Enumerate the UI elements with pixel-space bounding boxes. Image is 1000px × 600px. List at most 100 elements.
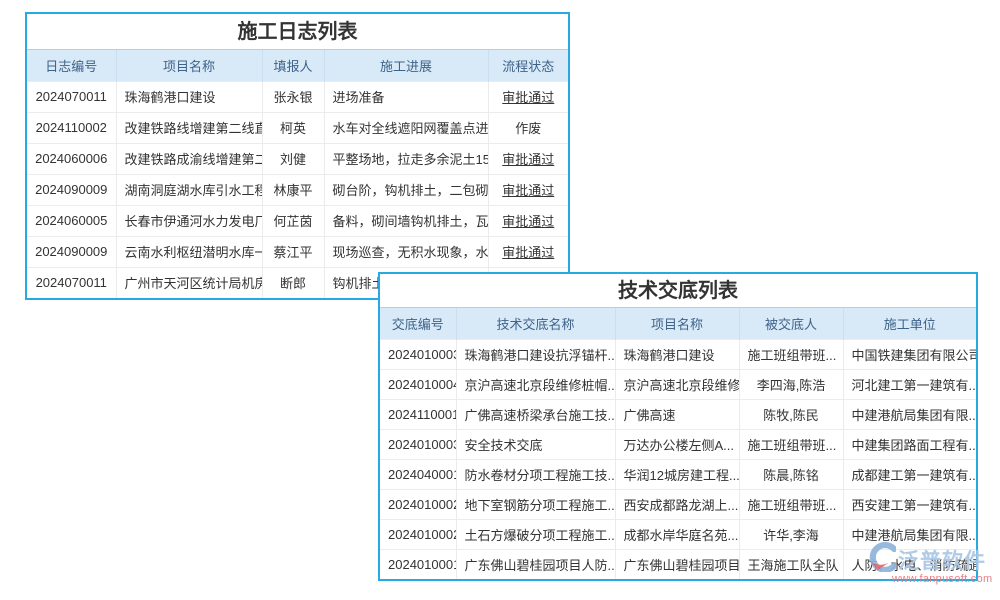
disclosure-project-cell[interactable]: 珠海鹤港口建设 [615, 339, 739, 369]
log-reporter-cell[interactable]: 断郎 [262, 267, 324, 298]
log-reporter-cell[interactable]: 柯英 [262, 112, 324, 143]
log-project-cell[interactable]: 湖南洞庭湖水库引水工程... [116, 174, 262, 205]
disclosure-project-cell[interactable]: 广佛高速 [615, 399, 739, 429]
log-col-header-2: 项目名称 [116, 50, 262, 81]
log-col-header-1: 日志编号 [27, 50, 116, 81]
disclosure-unit-cell: 成都建工第一建筑有... [843, 459, 976, 489]
log-id-cell[interactable]: 2024070011 [27, 267, 116, 298]
disclosure-id-cell[interactable]: 2024040001 [380, 459, 456, 489]
log-reporter-cell[interactable]: 刘健 [262, 143, 324, 174]
disclosure-person-cell: 陈牧,陈民 [739, 399, 843, 429]
disclosure-unit-cell: 西安建工第一建筑有... [843, 489, 976, 519]
disclosure-name-cell[interactable]: 安全技术交底 [456, 429, 615, 459]
log-project-cell[interactable]: 改建铁路线增建第二线直... [116, 112, 262, 143]
disclosure-name-cell[interactable]: 广东佛山碧桂园项目人防... [456, 549, 615, 579]
disclosure-person-cell: 李四海,陈浩 [739, 369, 843, 399]
log-status-cell[interactable]: 审批通过 [488, 174, 568, 205]
log-id-cell[interactable]: 2024090009 [27, 174, 116, 205]
disclosure-id-cell[interactable]: 2024010003 [380, 429, 456, 459]
log-project-cell[interactable]: 云南水利枢纽潜明水库一... [116, 236, 262, 267]
construction-log-header-row: 日志编号项目名称填报人施工进展流程状态 [27, 50, 568, 81]
log-row: 2024070011珠海鹤港口建设张永银进场准备审批通过 [27, 81, 568, 112]
disclosure-person-cell: 王海施工队全队 [739, 549, 843, 579]
disclosure-row: 2024110001广佛高速桥梁承台施工技...广佛高速陈牧,陈民中建港航局集团… [380, 399, 976, 429]
disclosure-name-cell[interactable]: 防水卷材分项工程施工技... [456, 459, 615, 489]
disclosure-name-cell[interactable]: 珠海鹤港口建设抗浮锚杆... [456, 339, 615, 369]
log-project-cell[interactable]: 珠海鹤港口建设 [116, 81, 262, 112]
tech-disclosure-table: 交底编号技术交底名称项目名称被交底人施工单位 2024010003珠海鹤港口建设… [380, 308, 976, 579]
construction-log-panel: 施工日志列表 日志编号项目名称填报人施工进展流程状态 2024070011珠海鹤… [25, 12, 570, 300]
disclosure-id-cell[interactable]: 2024010001 [380, 549, 456, 579]
disclosure-person-cell: 施工班组带班... [739, 429, 843, 459]
log-row: 2024060006改建铁路成渝线增建第二...刘健平整场地，拉走多余泥土15.… [27, 143, 568, 174]
log-reporter-cell[interactable]: 蔡江平 [262, 236, 324, 267]
disclosure-row: 2024010003珠海鹤港口建设抗浮锚杆...珠海鹤港口建设施工班组带班...… [380, 339, 976, 369]
disclosure-id-cell[interactable]: 2024010004 [380, 369, 456, 399]
log-col-header-4: 施工进展 [324, 50, 488, 81]
log-id-cell[interactable]: 2024110002 [27, 112, 116, 143]
log-status-cell[interactable]: 审批通过 [488, 143, 568, 174]
tech-disclosure-title: 技术交底列表 [380, 274, 976, 308]
construction-log-table: 日志编号项目名称填报人施工进展流程状态 2024070011珠海鹤港口建设张永银… [27, 50, 568, 298]
disclosure-name-cell[interactable]: 广佛高速桥梁承台施工技... [456, 399, 615, 429]
disclosure-row: 2024010004京沪高速北京段维修桩帽...京沪高速北京段维修李四海,陈浩河… [380, 369, 976, 399]
log-id-cell[interactable]: 2024090009 [27, 236, 116, 267]
screen: 施工日志列表 日志编号项目名称填报人施工进展流程状态 2024070011珠海鹤… [0, 0, 1000, 600]
log-id-cell[interactable]: 2024060006 [27, 143, 116, 174]
log-status-cell[interactable]: 作废 [488, 112, 568, 143]
disclosure-unit-cell: 中建港航局集团有限... [843, 399, 976, 429]
log-row: 2024090009云南水利枢纽潜明水库一...蔡江平现场巡查，无积水现象，水.… [27, 236, 568, 267]
log-col-header-5: 流程状态 [488, 50, 568, 81]
tech-disclosure-header-row: 交底编号技术交底名称项目名称被交底人施工单位 [380, 308, 976, 339]
log-status-cell[interactable]: 审批通过 [488, 205, 568, 236]
log-row: 2024090009湖南洞庭湖水库引水工程...林康平砌台阶，钩机排土，二包砌.… [27, 174, 568, 205]
disclosure-person-cell: 施工班组带班... [739, 339, 843, 369]
log-project-cell[interactable]: 广州市天河区统计局机房... [116, 267, 262, 298]
disclosure-col-header-5: 施工单位 [843, 308, 976, 339]
disclosure-col-header-2: 技术交底名称 [456, 308, 615, 339]
disclosure-id-cell[interactable]: 2024010003 [380, 339, 456, 369]
disclosure-person-cell: 施工班组带班... [739, 489, 843, 519]
log-project-cell[interactable]: 改建铁路成渝线增建第二... [116, 143, 262, 174]
log-progress-cell: 水车对全线遮阳网覆盖点进... [324, 112, 488, 143]
disclosure-row: 2024010001广东佛山碧桂园项目人防...广东佛山碧桂园项目王海施工队全队… [380, 549, 976, 579]
disclosure-name-cell[interactable]: 地下室钢筋分项工程施工... [456, 489, 615, 519]
disclosure-project-cell[interactable]: 广东佛山碧桂园项目 [615, 549, 739, 579]
disclosure-person-cell: 许华,李海 [739, 519, 843, 549]
disclosure-name-cell[interactable]: 土石方爆破分项工程施工... [456, 519, 615, 549]
disclosure-row: 2024010002地下室钢筋分项工程施工...西安成都路龙湖上...施工班组带… [380, 489, 976, 519]
tech-disclosure-panel: 技术交底列表 交底编号技术交底名称项目名称被交底人施工单位 2024010003… [378, 272, 978, 581]
log-status-cell[interactable]: 审批通过 [488, 236, 568, 267]
log-progress-cell: 砌台阶，钩机排土，二包砌... [324, 174, 488, 205]
log-col-header-3: 填报人 [262, 50, 324, 81]
disclosure-id-cell[interactable]: 2024010002 [380, 489, 456, 519]
disclosure-name-cell[interactable]: 京沪高速北京段维修桩帽... [456, 369, 615, 399]
log-project-cell[interactable]: 长春市伊通河水力发电厂... [116, 205, 262, 236]
disclosure-unit-cell: 人防、水电、消防疏通 [843, 549, 976, 579]
disclosure-col-header-3: 项目名称 [615, 308, 739, 339]
disclosure-project-cell[interactable]: 京沪高速北京段维修 [615, 369, 739, 399]
disclosure-project-cell[interactable]: 华润12城房建工程... [615, 459, 739, 489]
log-reporter-cell[interactable]: 林康平 [262, 174, 324, 205]
disclosure-project-cell[interactable]: 万达办公楼左侧A... [615, 429, 739, 459]
disclosure-person-cell: 陈晨,陈铭 [739, 459, 843, 489]
log-status-cell[interactable]: 审批通过 [488, 81, 568, 112]
log-id-cell[interactable]: 2024060005 [27, 205, 116, 236]
log-id-cell[interactable]: 2024070011 [27, 81, 116, 112]
construction-log-title: 施工日志列表 [27, 14, 568, 50]
disclosure-col-header-1: 交底编号 [380, 308, 456, 339]
disclosure-unit-cell: 中建集团路面工程有... [843, 429, 976, 459]
disclosure-row: 2024040001防水卷材分项工程施工技...华润12城房建工程...陈晨,陈… [380, 459, 976, 489]
disclosure-row: 2024010003安全技术交底万达办公楼左侧A...施工班组带班...中建集团… [380, 429, 976, 459]
log-reporter-cell[interactable]: 张永银 [262, 81, 324, 112]
log-progress-cell: 进场准备 [324, 81, 488, 112]
disclosure-id-cell[interactable]: 2024010002 [380, 519, 456, 549]
disclosure-unit-cell: 中建港航局集团有限... [843, 519, 976, 549]
log-progress-cell: 现场巡查，无积水现象，水... [324, 236, 488, 267]
disclosure-project-cell[interactable]: 西安成都路龙湖上... [615, 489, 739, 519]
disclosure-id-cell[interactable]: 2024110001 [380, 399, 456, 429]
disclosure-unit-cell: 河北建工第一建筑有... [843, 369, 976, 399]
log-reporter-cell[interactable]: 何芷茵 [262, 205, 324, 236]
disclosure-col-header-4: 被交底人 [739, 308, 843, 339]
disclosure-project-cell[interactable]: 成都水岸华庭名苑... [615, 519, 739, 549]
